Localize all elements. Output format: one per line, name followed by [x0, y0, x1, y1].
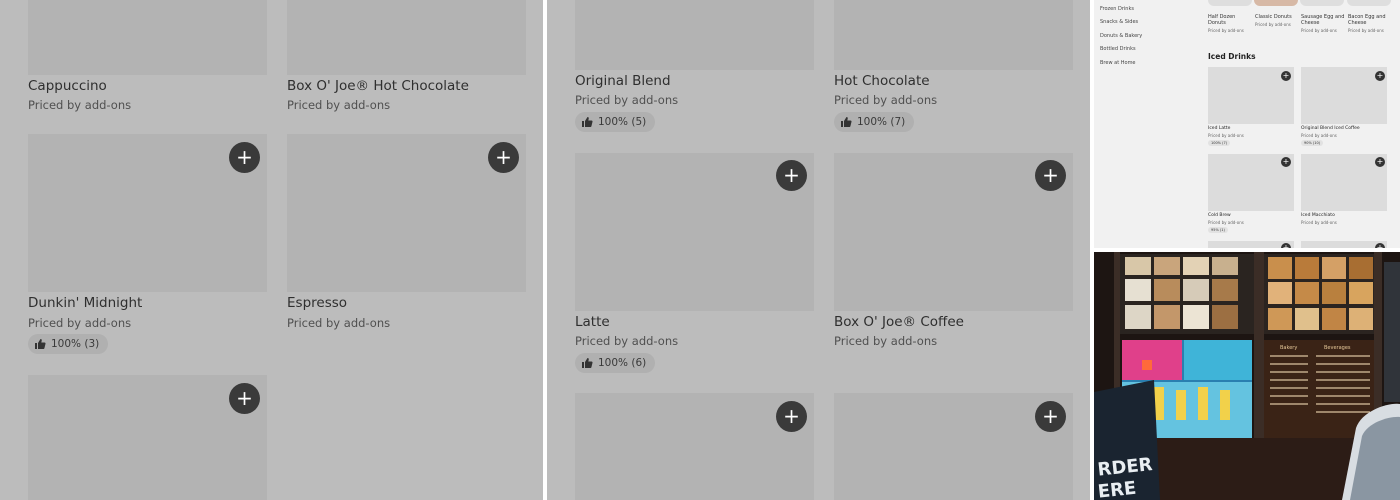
board-heading-bakery: Bakery [1280, 345, 1297, 351]
sign-text-line-2: ERE [1097, 478, 1137, 500]
add-item-button[interactable]: + [776, 401, 807, 432]
menu-item-card[interactable]: Original Blend Priced by add-ons 100% (5… [575, 0, 814, 135]
rating-value: 100% (6) [598, 357, 647, 369]
item-image-placeholder [287, 0, 526, 75]
menu-item-card[interactable]: + Latte Priced by add-ons 100% (6) [575, 153, 814, 375]
add-item-button[interactable]: + [1281, 157, 1291, 167]
item-name: Dunkin' Midnight [28, 295, 143, 311]
add-item-button[interactable]: + [1281, 243, 1291, 248]
add-item-button[interactable]: + [776, 160, 807, 191]
add-item-button[interactable]: + [1035, 160, 1066, 191]
item-name[interactable]: Bacon Egg and Cheese [1348, 14, 1394, 26]
rating-value: 100% (7) [857, 116, 906, 128]
item-image-placeholder [1347, 0, 1391, 6]
menu-item-card[interactable]: + [834, 393, 1073, 500]
add-item-button[interactable]: + [1281, 71, 1291, 81]
rating-badge: 100% (6) [575, 353, 656, 373]
item-image-placeholder [575, 0, 814, 70]
item-name: Iced Latte [1208, 126, 1231, 131]
menu-panel-left: Cappuccino Priced by add-ons Box O' Joe®… [0, 0, 543, 500]
menu-item-card[interactable]: + Espresso Priced by add-ons [287, 134, 526, 334]
item-name[interactable]: Sausage Egg and Cheese [1301, 14, 1347, 26]
item-name: Original Blend [575, 73, 671, 89]
rating-value: 100% (5) [598, 116, 647, 128]
menu-board-photo: Bakery Beverages RDER ERE [1094, 252, 1400, 500]
menu-panel-middle: Original Blend Priced by add-ons 100% (5… [547, 0, 1090, 500]
item-name: Cappuccino [28, 78, 107, 94]
item-name: Latte [575, 314, 610, 330]
menu-item-card[interactable]: + [28, 375, 267, 500]
rating-badge: 100% (3) [28, 334, 109, 354]
menu-item-card[interactable]: Box O' Joe® Hot Chocolate Priced by add-… [287, 0, 526, 115]
item-price: Priced by add-ons [834, 334, 938, 348]
item-price: Priced by add-ons [1348, 28, 1384, 33]
item-price: Priced by add-ons [28, 316, 132, 330]
board-heading-beverages: Beverages [1324, 345, 1351, 351]
menu-panel-thumbnail: Frozen Drinks Snacks & Sides Donuts & Ba… [1094, 0, 1400, 248]
add-item-button[interactable]: + [1375, 157, 1385, 167]
thumbs-up-icon [582, 358, 593, 368]
menu-item-card[interactable]: + Dunkin' Midnight Priced by add-ons 100… [28, 134, 267, 356]
menu-item-card[interactable]: Hot Chocolate Priced by add-ons 100% (7) [834, 0, 1073, 135]
storefront-photo: Bakery Beverages RDER ERE [1094, 252, 1400, 500]
add-item-button[interactable]: + [229, 142, 260, 173]
add-item-button[interactable]: + [1375, 243, 1385, 248]
item-image-placeholder [1254, 0, 1298, 6]
item-name: Hot Chocolate [834, 73, 930, 89]
item-price: Priced by add-ons [834, 93, 938, 107]
item-price: Priced by add-ons [1208, 28, 1244, 33]
rating-badge: 90% (10) [1301, 140, 1324, 146]
item-name: Cold Brew [1208, 213, 1231, 218]
rating-badge: 100% (7) [1208, 140, 1231, 146]
item-price: Priced by add-ons [1208, 133, 1244, 138]
add-item-button[interactable]: + [1375, 71, 1385, 81]
thumbs-up-icon [582, 117, 593, 127]
item-price: Priced by add-ons [1301, 220, 1337, 225]
category-link[interactable]: Bottled Drinks [1100, 46, 1136, 52]
menu-item-card[interactable]: + [575, 393, 814, 500]
menu-item-card[interactable]: Cappuccino Priced by add-ons [28, 0, 267, 115]
screenshot-collage: Cappuccino Priced by add-ons Box O' Joe®… [0, 0, 1400, 500]
section-heading: Iced Drinks [1208, 52, 1256, 61]
rating-badge: 100% (5) [575, 112, 656, 132]
item-price: Priced by add-ons [287, 316, 391, 330]
item-image-placeholder [834, 0, 1073, 70]
category-link[interactable]: Frozen Drinks [1100, 6, 1134, 12]
item-name: Original Blend Iced Coffee [1301, 126, 1360, 131]
item-name: Box O' Joe® Hot Chocolate [287, 78, 469, 94]
item-price: Priced by add-ons [1301, 28, 1337, 33]
menu-item-card[interactable]: + Box O' Joe® Coffee Priced by add-ons [834, 153, 1073, 353]
item-price: Priced by add-ons [287, 98, 391, 112]
category-link[interactable]: Snacks & Sides [1100, 19, 1138, 25]
rating-badge: 100% (7) [834, 112, 915, 132]
rating-value: 100% (3) [51, 338, 100, 350]
item-image-placeholder [1300, 0, 1344, 6]
item-name: Espresso [287, 295, 348, 311]
thumbs-up-icon [841, 117, 852, 127]
add-item-button[interactable]: + [1035, 401, 1066, 432]
category-link[interactable]: Brew at Home [1100, 60, 1136, 66]
thumbs-up-icon [35, 339, 46, 349]
item-name: Iced Macchiato [1301, 213, 1335, 218]
rating-badge: 95% (1) [1208, 227, 1228, 233]
category-link[interactable]: Donuts & Bakery [1100, 33, 1142, 39]
item-price: Priced by add-ons [28, 98, 132, 112]
item-price: Priced by add-ons [1301, 133, 1337, 138]
item-price: Priced by add-ons [1255, 22, 1291, 27]
item-image-placeholder [1208, 0, 1252, 6]
add-item-button[interactable]: + [488, 142, 519, 173]
item-price: Priced by add-ons [575, 334, 679, 348]
item-name[interactable]: Half Dozen Donuts [1208, 14, 1254, 26]
item-price: Priced by add-ons [1208, 220, 1244, 225]
item-name: Box O' Joe® Coffee [834, 314, 964, 330]
item-price: Priced by add-ons [575, 93, 679, 107]
add-item-button[interactable]: + [229, 383, 260, 414]
item-image-placeholder [28, 0, 267, 75]
item-name[interactable]: Classic Donuts [1255, 14, 1301, 21]
